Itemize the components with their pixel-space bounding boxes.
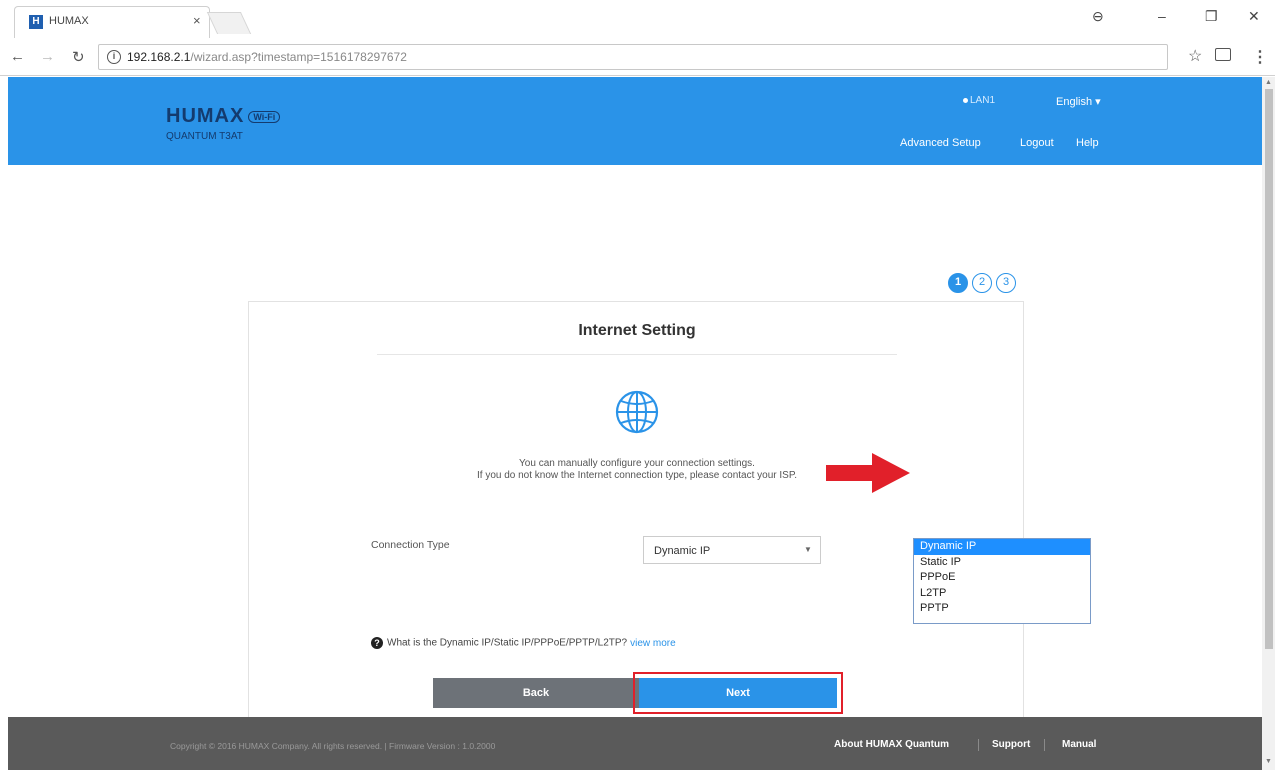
advanced-setup-link[interactable]: Advanced Setup	[900, 137, 981, 149]
url-text: 192.168.2.1/wizard.asp?timestamp=1516178…	[127, 50, 407, 64]
page-content: HUMAX Wi-Fi QUANTUM T3AT LAN1 English ▾ A…	[0, 77, 1262, 770]
question-icon: ?	[371, 637, 383, 649]
cast-icon[interactable]	[1215, 48, 1231, 61]
page-scrollbar[interactable]: ▲ ▼	[1262, 77, 1275, 770]
support-link[interactable]: Support	[992, 739, 1030, 750]
chevron-down-icon: ▼	[804, 545, 812, 554]
connection-type-dropdown: Dynamic IP Static IP PPPoE L2TP PPTP	[913, 538, 1091, 624]
new-tab-button[interactable]	[206, 12, 252, 34]
globe-icon	[615, 390, 659, 434]
footer-separator	[1044, 739, 1045, 751]
logo-text: HUMAX	[166, 105, 245, 127]
forward-arrow-icon[interactable]: →	[40, 48, 55, 65]
close-tab-icon[interactable]: ×	[193, 13, 201, 28]
scroll-up-icon[interactable]: ▲	[1265, 79, 1272, 86]
help-text: What is the Dynamic IP/Static IP/PPPoE/P…	[387, 637, 628, 649]
url-path: /wizard.asp?timestamp=1516178297672	[190, 50, 407, 64]
step-3: 3	[996, 273, 1016, 293]
back-button[interactable]: Back	[433, 678, 639, 708]
title-divider	[377, 354, 897, 355]
step-2: 2	[972, 273, 992, 293]
about-link[interactable]: About HUMAX Quantum	[834, 739, 949, 750]
connection-type-label: Connection Type	[371, 539, 450, 551]
restore-icon[interactable]: ❐	[1205, 8, 1218, 25]
site-header: HUMAX Wi-Fi QUANTUM T3AT LAN1 English ▾ A…	[8, 77, 1262, 165]
help-link[interactable]: Help	[1076, 137, 1099, 149]
lan-status-dot-icon	[963, 97, 968, 103]
card-title: Internet Setting	[578, 322, 696, 339]
scrollbar-thumb[interactable]	[1265, 89, 1273, 649]
red-arrow-icon	[826, 453, 910, 493]
next-button[interactable]: Next	[639, 678, 837, 708]
option-l2tp[interactable]: L2TP	[914, 586, 1090, 602]
tab-title: HUMAX	[49, 15, 89, 27]
browser-menu-icon[interactable]: ⋮	[1252, 47, 1268, 67]
humax-logo: HUMAX Wi-Fi	[166, 105, 281, 128]
lan-status: LAN1	[963, 95, 995, 106]
manual-link[interactable]: Manual	[1062, 739, 1096, 750]
humax-favicon-icon: H	[29, 15, 43, 29]
connection-help: ? What is the Dynamic IP/Static IP/PPPoE/…	[371, 637, 676, 649]
footer-separator	[978, 739, 979, 751]
step-1: 1	[948, 273, 968, 293]
option-pppoe[interactable]: PPPoE	[914, 570, 1090, 586]
wifi-badge: Wi-Fi	[248, 110, 281, 123]
option-pptp[interactable]: PPTP	[914, 601, 1090, 617]
model-name: QUANTUM T3AT	[166, 131, 243, 142]
bookmark-star-icon[interactable]: ☆	[1188, 46, 1202, 66]
browser-tab[interactable]: H HUMAX ×	[14, 6, 210, 38]
back-arrow-icon[interactable]: ←	[10, 48, 25, 65]
window-close-icon[interactable]: ✕	[1248, 8, 1260, 25]
logout-link[interactable]: Logout	[1020, 137, 1054, 149]
profile-icon[interactable]: ⊖	[1092, 8, 1104, 25]
scroll-down-icon[interactable]: ▼	[1265, 758, 1272, 765]
reload-icon[interactable]: ↻	[72, 48, 85, 66]
connection-type-value: Dynamic IP	[654, 545, 711, 557]
internet-setting-card: Internet Setting You can manually config…	[248, 301, 1024, 770]
view-more-link[interactable]: view more	[630, 638, 676, 649]
language-selector[interactable]: English ▾	[1056, 95, 1101, 108]
minimize-icon[interactable]: –	[1158, 8, 1166, 24]
site-footer: Copyright © 2016 HUMAX Company. All righ…	[8, 717, 1262, 770]
address-bar[interactable]: i 192.168.2.1/wizard.asp?timestamp=15161…	[98, 44, 1168, 70]
copyright-text: Copyright © 2016 HUMAX Company. All righ…	[170, 741, 496, 751]
browser-toolbar: ← → ↻ i 192.168.2.1/wizard.asp?timestamp…	[0, 38, 1275, 76]
url-host: 192.168.2.1	[127, 50, 191, 64]
lan-status-text: LAN1	[970, 95, 996, 106]
browser-tab-bar: H HUMAX × ⊖ – ❐ ✕	[0, 0, 1275, 38]
option-dynamic-ip[interactable]: Dynamic IP	[914, 539, 1090, 555]
option-static-ip[interactable]: Static IP	[914, 555, 1090, 571]
wizard-steps: 123	[948, 272, 1020, 293]
site-info-icon[interactable]: i	[107, 50, 121, 64]
connection-type-select[interactable]: Dynamic IP ▼	[643, 536, 821, 564]
